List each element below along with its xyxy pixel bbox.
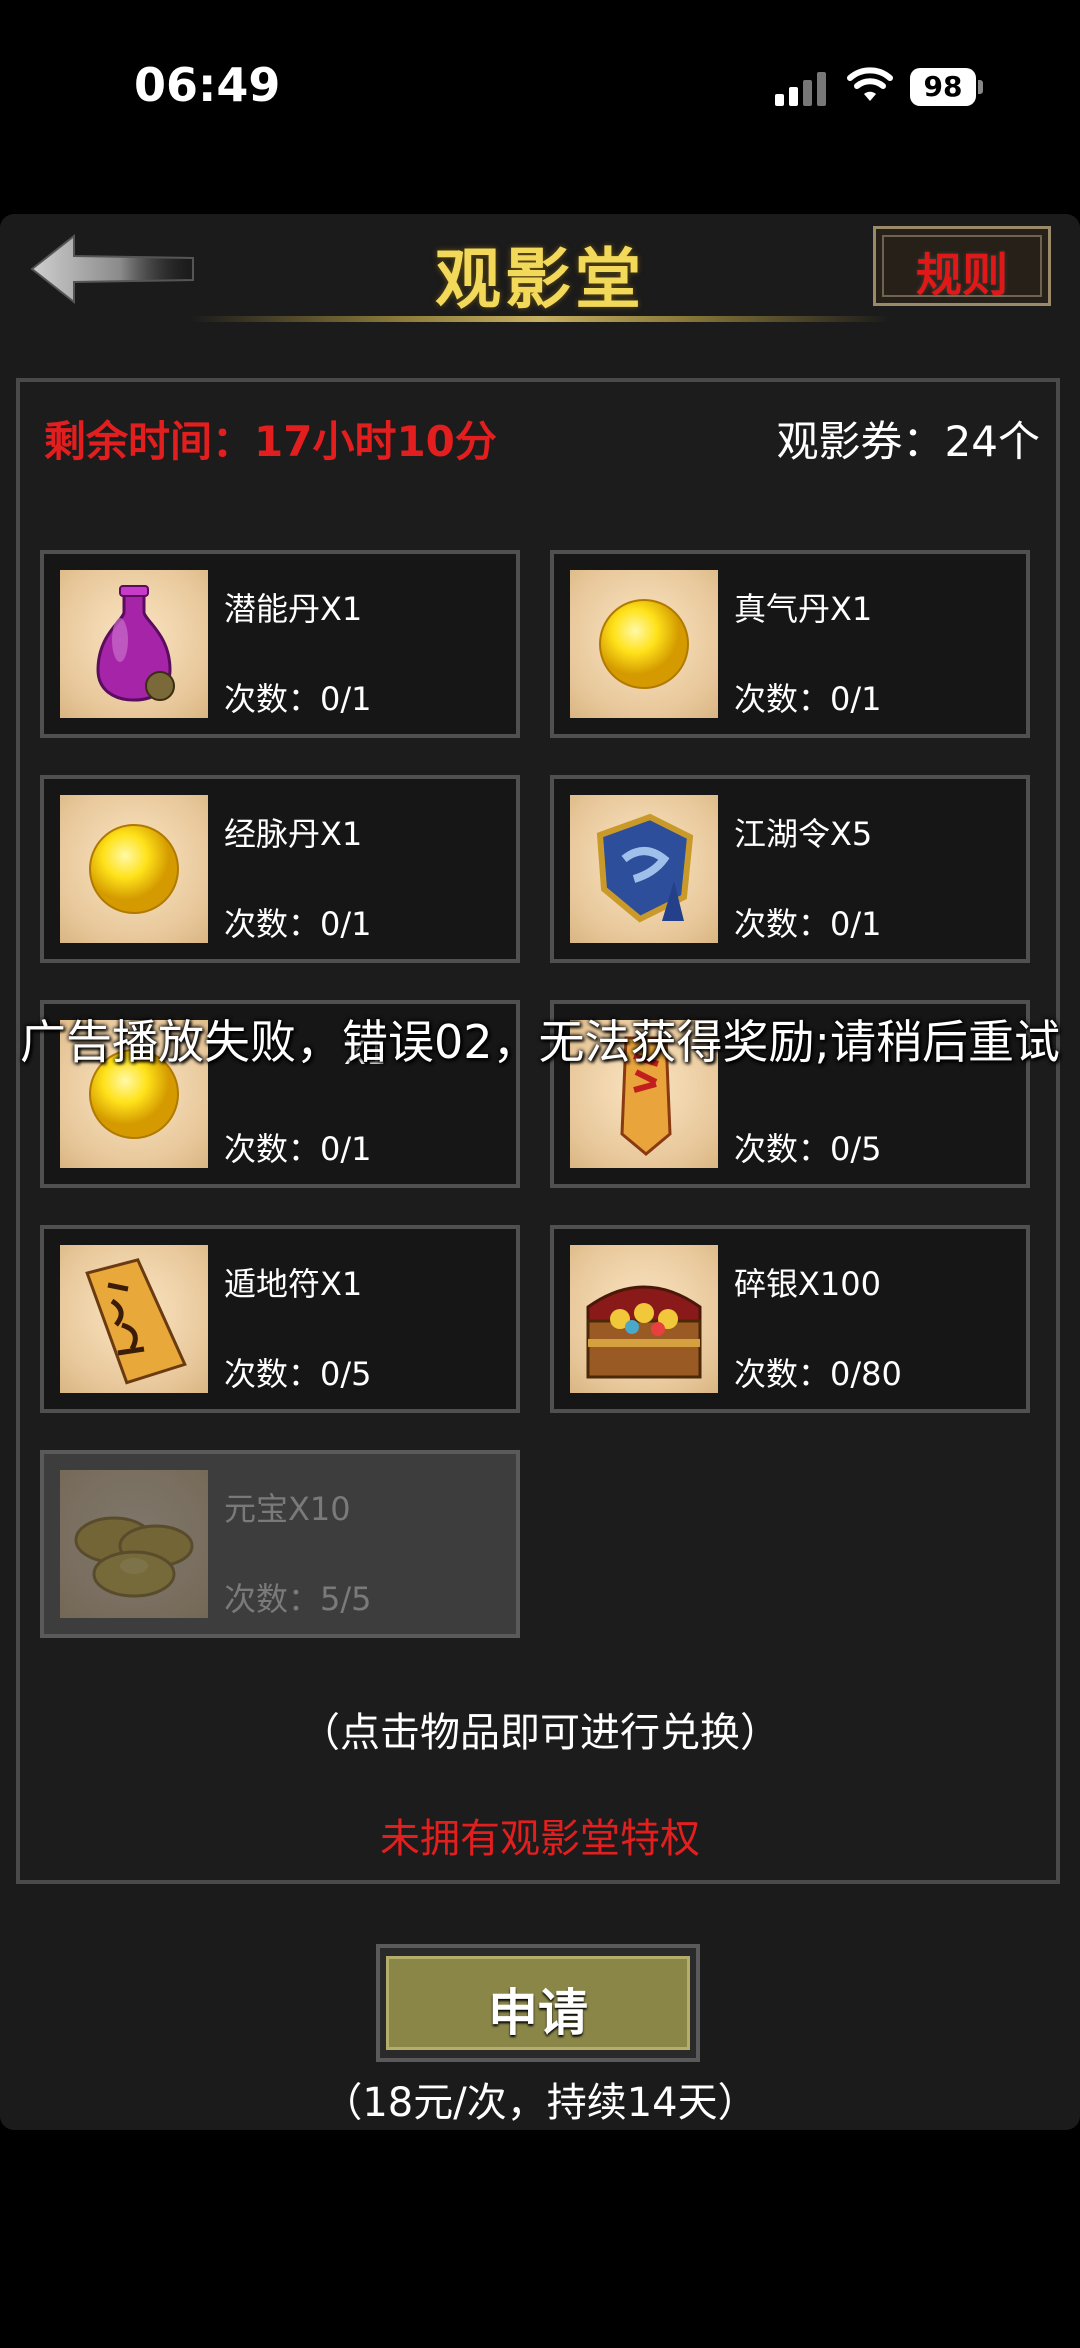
item-name: 经脉丹X1 xyxy=(224,815,363,853)
wifi-icon xyxy=(847,67,893,101)
item-count: 次数：0/5 xyxy=(734,1130,882,1168)
back-arrow-button[interactable] xyxy=(28,232,198,306)
apply-button[interactable]: 申请 xyxy=(386,1956,690,2050)
battery-nub xyxy=(978,80,983,94)
item-card-zhenqi[interactable]: 真气丹X1 次数：0/1 xyxy=(550,550,1030,738)
item-count: 次数：0/5 xyxy=(224,1355,372,1393)
item-name: 碎银X100 xyxy=(734,1265,882,1303)
jianghu-token-icon xyxy=(570,795,718,943)
item-name: 遁地符X1 xyxy=(224,1265,363,1303)
item-card-jingmai[interactable]: 经脉丹X1 次数：0/1 xyxy=(40,775,520,963)
item-count: 次数：0/1 xyxy=(224,680,372,718)
item-count: 次数：0/1 xyxy=(734,680,882,718)
gold-pill-icon xyxy=(60,795,208,943)
rules-button[interactable]: 规则 xyxy=(873,226,1051,306)
cellular-signal-icon xyxy=(775,72,827,106)
item-count: 次数：0/1 xyxy=(734,905,882,943)
item-name: 真气丹X1 xyxy=(734,590,873,628)
item-name: 元宝X10 xyxy=(224,1490,351,1528)
item-name: 江湖令X5 xyxy=(734,815,873,853)
item-card-jianghuling[interactable]: 江湖令X5 次数：0/1 xyxy=(550,775,1030,963)
status-time: 06:49 xyxy=(134,58,281,112)
item-count: 次数：5/5 xyxy=(224,1580,372,1618)
treasure-chest-icon xyxy=(570,1245,718,1393)
error-toast: 广告播放失败，错误02，无法获得奖励;请稍后重试 xyxy=(19,1015,1061,1069)
title-divider xyxy=(190,316,890,322)
item-name: 潜能丹X1 xyxy=(224,590,363,628)
item-count: 次数：0/80 xyxy=(734,1355,902,1393)
page-title: 观影堂 xyxy=(435,240,645,318)
price-info: （18元/次，持续14天） xyxy=(322,2080,758,2126)
item-count: 次数：0/1 xyxy=(224,1130,372,1168)
item-card-suiyin[interactable]: 碎银X100 次数：0/80 xyxy=(550,1225,1030,1413)
item-card-yuanbao[interactable]: 元宝X10 次数：5/5 xyxy=(40,1450,520,1638)
item-card-dundifu[interactable]: 遁地符X1 次数：0/5 xyxy=(40,1225,520,1413)
gold-ingot-icon xyxy=(60,1470,208,1618)
privilege-status: 未拥有观影堂特权 xyxy=(380,1816,700,1862)
rules-label: 规则 xyxy=(916,248,1008,302)
item-card-qianneng[interactable]: 潜能丹X1 次数：0/1 xyxy=(40,550,520,738)
item-count: 次数：0/1 xyxy=(224,905,372,943)
talisman-icon xyxy=(60,1245,208,1393)
purple-vase-icon xyxy=(60,570,208,718)
ticket-count: 观影券：24个 xyxy=(776,417,1040,466)
apply-label: 申请 xyxy=(488,1984,588,2042)
exchange-hint: （点击物品即可进行兑换） xyxy=(300,1710,780,1756)
gold-pill-icon xyxy=(570,570,718,718)
battery-indicator: 98 xyxy=(910,68,976,106)
remaining-time: 剩余时间：17小时10分 xyxy=(44,417,497,466)
